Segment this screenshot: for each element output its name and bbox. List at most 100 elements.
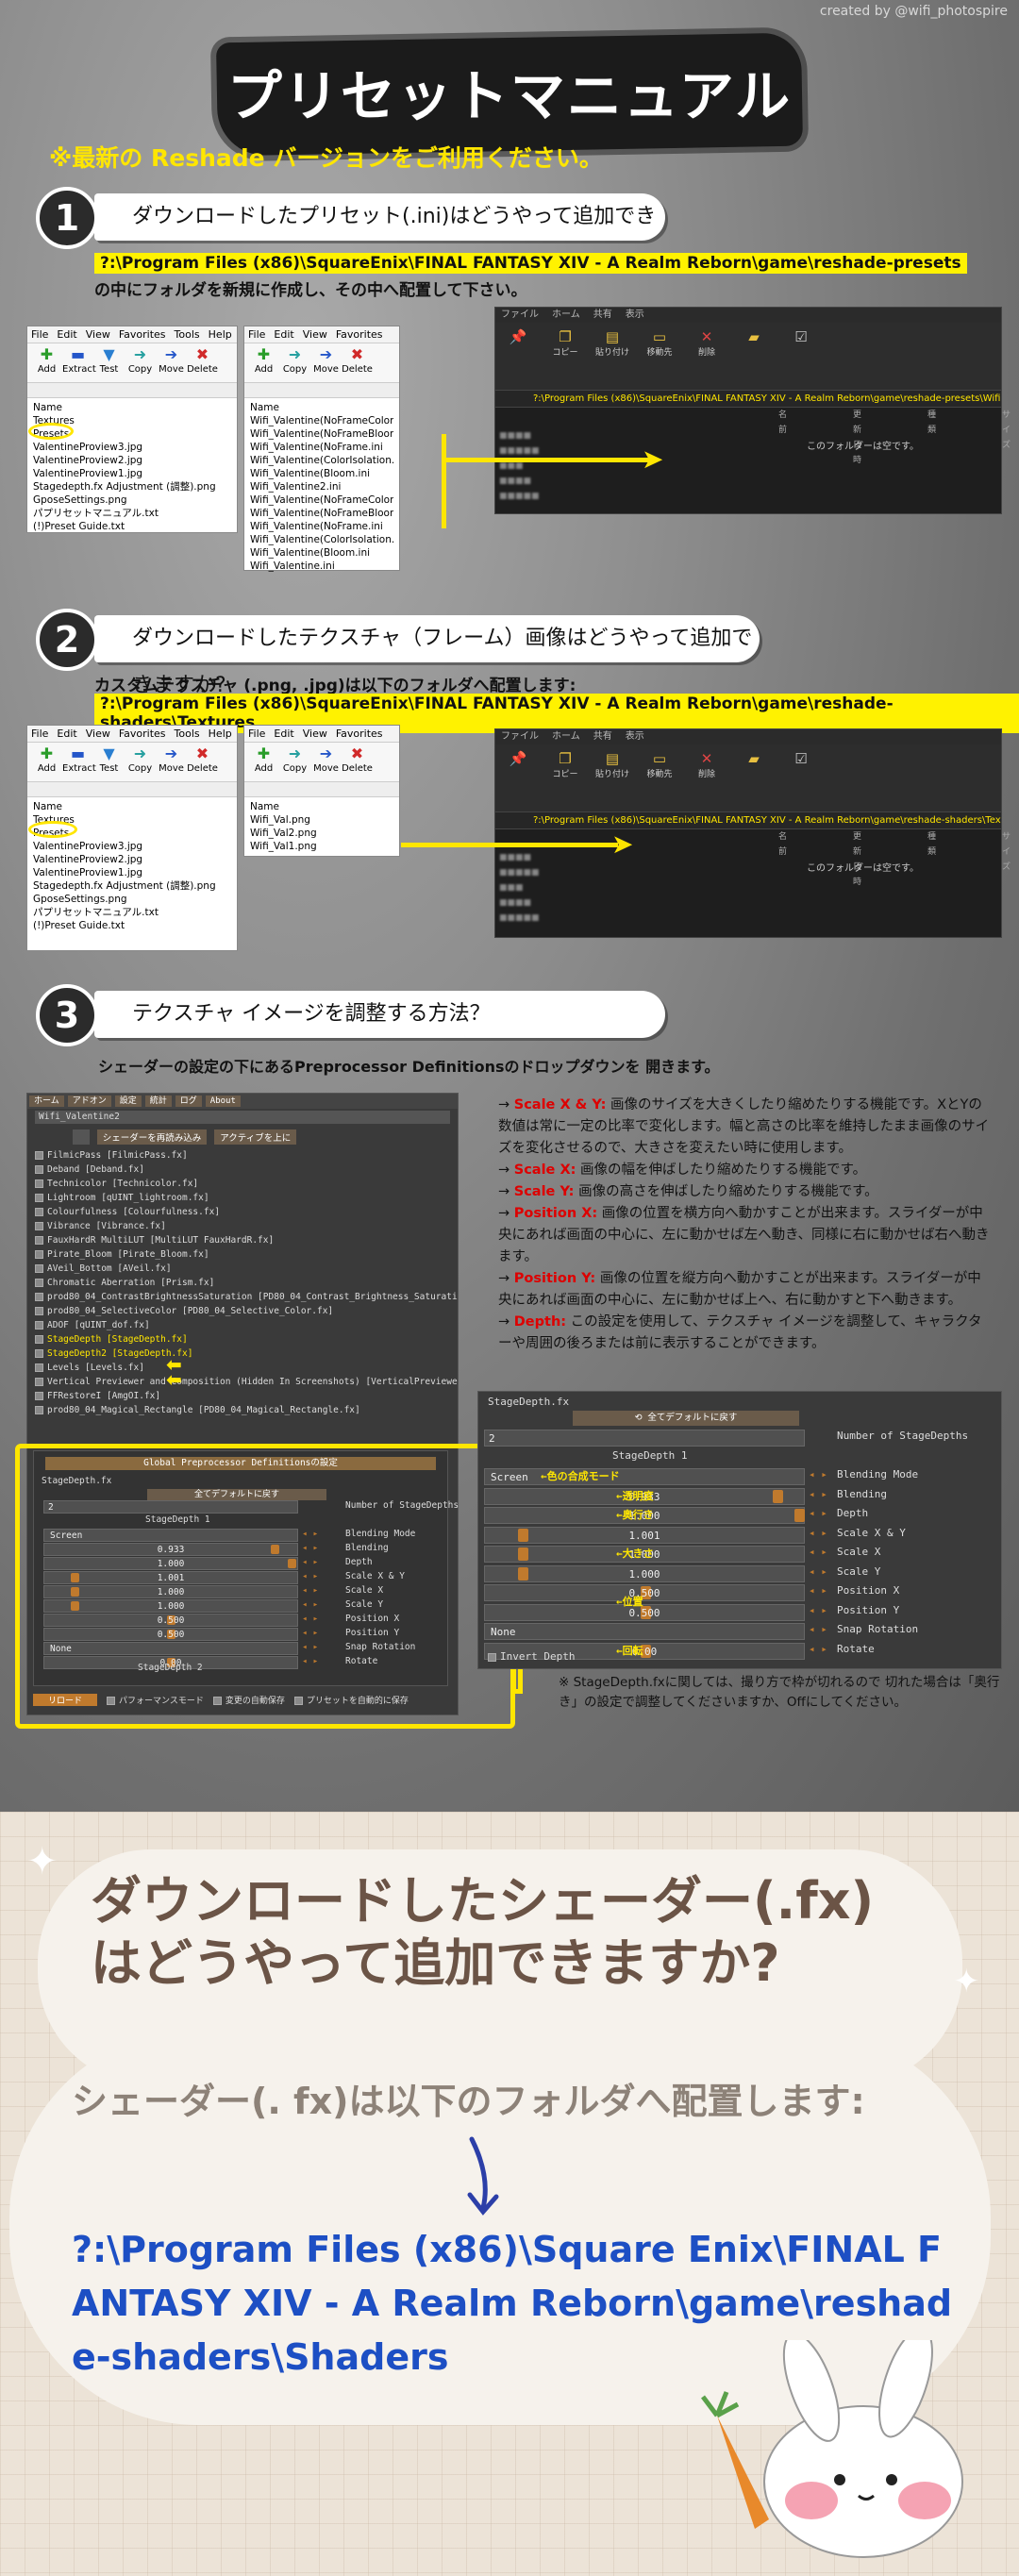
add-button[interactable]: ✚ Add	[31, 345, 62, 380]
effect-item[interactable]: prod80_04_ContrastBrightnessSaturation […	[27, 1290, 458, 1304]
checkbox-icon[interactable]	[35, 1208, 43, 1216]
slider-knob[interactable]	[773, 1489, 784, 1503]
file-item[interactable]: Wifi_Valentine(NoFrameBloom.ini	[250, 507, 393, 520]
delete-button[interactable]: ✖ Delete	[187, 345, 218, 380]
checkbox-icon[interactable]	[35, 1335, 43, 1344]
effect-item[interactable]: prod80_04_SelectiveColor [PD80_04_Select…	[27, 1304, 458, 1318]
file-item[interactable]: GposeSettings.png	[33, 493, 231, 507]
file-item[interactable]: Wifi_Valentine(NoFrameBloom.ini	[250, 427, 393, 441]
move-button[interactable]: ➔ Move	[310, 744, 342, 779]
menu-view[interactable]: View	[303, 728, 327, 740]
copy-button[interactable]: ❐ コピー	[548, 750, 582, 806]
stepper-buttons[interactable]: ◂ ▸	[809, 1546, 827, 1558]
file-item[interactable]: Wifi_Valentine(Bloom.ini	[250, 546, 393, 560]
file-item[interactable]: Wifi_Val.png	[250, 813, 393, 827]
extract-button[interactable]: ▬ Extract	[62, 744, 96, 779]
active-to-top-button[interactable]: アクティブを上に	[214, 1129, 297, 1145]
delete-button[interactable]: ✕ 削除	[690, 328, 724, 384]
checkbox-icon[interactable]	[35, 1264, 43, 1273]
move-to-button[interactable]: ▭ 移動先	[643, 750, 677, 806]
delete-button[interactable]: ✖ Delete	[342, 744, 373, 779]
file-item[interactable]: Stagedepth.fx Adjustment (調整).png	[33, 879, 231, 893]
effect-item[interactable]: FauxHardR MultiLUT [MultiLUT FauxHardR.f…	[27, 1233, 458, 1247]
stepper-buttons[interactable]: ◂ ▸	[809, 1643, 827, 1655]
menu-view[interactable]: View	[303, 328, 327, 341]
setting-snap-rotation-slider[interactable]: None	[484, 1623, 805, 1640]
menu-edit[interactable]: Edit	[57, 728, 76, 740]
extract-button[interactable]: ▬ Extract	[62, 345, 96, 380]
new-folder-button[interactable]: ▰	[737, 750, 771, 806]
file-item[interactable]: ValentineProview2.jpg	[33, 853, 231, 866]
pin-button[interactable]: 📌	[501, 328, 535, 384]
file-item[interactable]: Wifi_Val1.png	[250, 840, 393, 853]
stepper-buttons[interactable]: ◂ ▸	[809, 1565, 827, 1578]
slider-knob[interactable]	[794, 1509, 805, 1522]
file-item[interactable]: ValentineProview2.jpg	[33, 454, 231, 467]
preset-selector[interactable]: Wifi_Valentine2	[35, 1111, 450, 1124]
menu-file[interactable]: File	[31, 728, 48, 740]
address-path[interactable]: ?:\Program Files (x86)\SquareEnix\FINAL …	[495, 391, 1001, 408]
effect-item[interactable]: Technicolor [Technicolor.fx]	[27, 1177, 458, 1191]
copy-button[interactable]: ➜ Copy	[125, 345, 156, 380]
effect-item[interactable]: Levels [Levels.fx]	[27, 1361, 458, 1375]
checkbox-icon[interactable]	[35, 1250, 43, 1259]
checkbox-icon[interactable]	[35, 1321, 43, 1330]
tab-share[interactable]: 共有	[593, 731, 612, 742]
move-to-button[interactable]: ▭ 移動先	[643, 328, 677, 384]
effect-item[interactable]: Colourfulness [Colourfulness.fx]	[27, 1205, 458, 1219]
menu-file[interactable]: File	[248, 328, 265, 341]
tab-share[interactable]: 共有	[593, 309, 612, 320]
checkbox-icon[interactable]	[35, 1165, 43, 1174]
add-button[interactable]: ✚ Add	[31, 744, 62, 779]
file-item[interactable]: (!)Preset Guide.txt	[33, 919, 231, 932]
file-item[interactable]: Wifi_Valentine(Bloom.ini	[250, 467, 393, 480]
effect-item[interactable]: Deband [Deband.fx]	[27, 1163, 458, 1177]
checkbox-icon[interactable]	[35, 1179, 43, 1188]
stepper-buttons[interactable]: ◂ ▸	[809, 1527, 827, 1539]
properties-button[interactable]: ☑	[784, 328, 818, 384]
menu-file[interactable]: File	[248, 728, 265, 740]
menu-edit[interactable]: Edit	[57, 328, 76, 341]
file-item[interactable]: ValentineProview3.jpg	[33, 840, 231, 853]
add-button[interactable]: ✚ Add	[248, 345, 279, 380]
copy-button[interactable]: ➜ Copy	[279, 744, 310, 779]
menu-favorites[interactable]: Favorites	[336, 728, 383, 740]
copy-button[interactable]: ➜ Copy	[125, 744, 156, 779]
tab-file[interactable]: ファイル	[501, 309, 539, 320]
menu-view[interactable]: View	[86, 728, 110, 740]
checkbox-icon[interactable]	[35, 1363, 43, 1372]
file-item[interactable]: Stagedepth.fx Adjustment (調整).png	[33, 480, 231, 493]
paste-button[interactable]: ▤ 貼り付け	[595, 328, 629, 384]
checkbox-icon[interactable]	[35, 1151, 43, 1160]
effect-item[interactable]: Pirate_Bloom [Pirate_Bloom.fx]	[27, 1247, 458, 1262]
delete-button[interactable]: ✖ Delete	[342, 345, 373, 380]
checkbox-icon[interactable]	[35, 1222, 43, 1230]
effect-item[interactable]: prod80_04_Magical_Rectangle [PD80_04_Mag…	[27, 1403, 458, 1417]
menu-edit[interactable]: Edit	[274, 728, 293, 740]
setting-scale-y-slider[interactable]: 1.000	[484, 1564, 805, 1582]
menu-file[interactable]: File	[31, 328, 48, 341]
tab-view[interactable]: 表示	[626, 309, 644, 320]
checkbox-icon[interactable]	[35, 1293, 43, 1301]
stagedepth-title[interactable]: StageDepth.fx	[488, 1396, 569, 1408]
file-item[interactable]: ValentineProview1.jpg	[33, 467, 231, 480]
address-bar[interactable]	[27, 782, 237, 797]
tab-log[interactable]: ログ	[175, 1096, 202, 1107]
move-button[interactable]: ➔ Move	[310, 345, 342, 380]
paste-button[interactable]: ▤ 貼り付け	[595, 750, 629, 806]
invert-depth-toggle[interactable]: Invert Depth	[488, 1650, 575, 1663]
copy-button[interactable]: ❐ コピー	[548, 328, 582, 384]
tab-home[interactable]: ホーム	[552, 309, 580, 320]
stepper-buttons[interactable]: ◂ ▸	[809, 1507, 827, 1519]
tab-settings[interactable]: 設定	[114, 1096, 142, 1107]
copy-button[interactable]: ➜ Copy	[279, 345, 310, 380]
effect-item[interactable]: Vertical Previewer and Composition (Hidd…	[27, 1375, 458, 1389]
checkbox-icon[interactable]	[35, 1378, 43, 1386]
effect-item[interactable]: AVeil_Bottom [AVeil.fx]	[27, 1262, 458, 1276]
test-button[interactable]: ▼ Test	[93, 744, 125, 779]
menu-favorites[interactable]: Favorites	[336, 328, 383, 341]
menu-edit[interactable]: Edit	[274, 328, 293, 341]
properties-button[interactable]: ☑	[784, 750, 818, 806]
menu-tools[interactable]: Tools	[175, 328, 200, 341]
address-bar[interactable]	[27, 383, 237, 398]
